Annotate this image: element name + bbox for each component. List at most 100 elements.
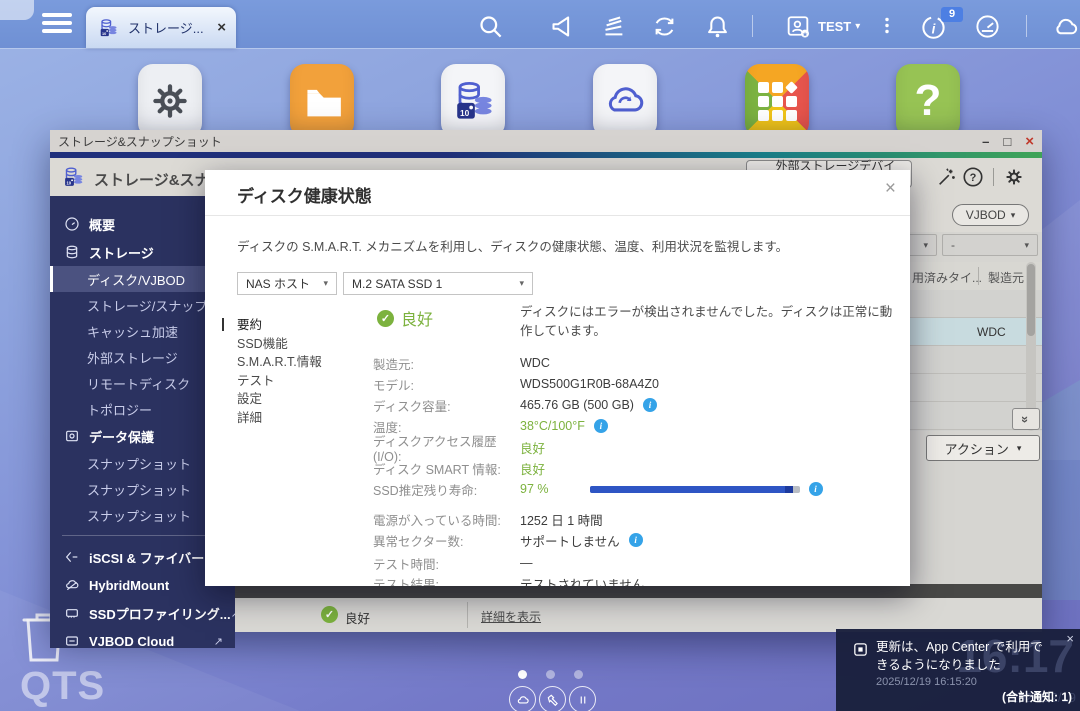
action-button[interactable]: アクション ▾ <box>926 435 1040 461</box>
vjbod-cloud-icon <box>64 633 80 648</box>
menu-ssd-features[interactable]: SSD機能 <box>237 335 322 354</box>
sidebar-item-ssd-profiling[interactable]: SSDプロファイリング... ↗ <box>50 599 235 627</box>
myqnapcloud-shortcut[interactable] <box>593 64 657 138</box>
field-capacity: ディスク容量: 465.76 GB (500 GB) i <box>373 396 898 414</box>
cloud-shortcut-button[interactable] <box>509 686 536 711</box>
settings-gear-icon[interactable] <box>1003 166 1025 188</box>
tab-label: ストレージ... <box>128 18 217 37</box>
host-select[interactable]: NAS ホスト ▾ <box>237 272 337 295</box>
info-icon[interactable]: i <box>809 482 823 496</box>
header-separator <box>993 168 994 186</box>
more-options-icon[interactable] <box>878 12 896 39</box>
control-panel-shortcut[interactable] <box>138 64 202 138</box>
folder-icon <box>298 77 346 125</box>
chevron-down-icon: ▾ <box>1017 443 1022 454</box>
health-status: ✓ 良好 <box>377 306 433 330</box>
chevron-down-icon: ▾ <box>323 278 328 289</box>
minimize-button[interactable]: – <box>982 135 989 148</box>
filter-select-2[interactable]: - ▾ <box>942 234 1038 256</box>
chevron-down-icon: ▾ <box>923 240 928 251</box>
collapse-panel-button[interactable]: » <box>1012 408 1040 430</box>
ssd-life-bar-fill <box>590 486 794 493</box>
dialog-close-icon[interactable]: × <box>885 178 896 200</box>
main-menu-button[interactable] <box>42 13 72 35</box>
disk-status-label: 良好 <box>345 608 370 627</box>
disk-health-dialog: ディスク健康状態 × ディスクの S.M.A.R.T. メカニズムを利用し、ディ… <box>205 170 910 586</box>
smart-wizard-icon[interactable] <box>936 166 958 188</box>
info-icon[interactable]: i <box>629 533 643 547</box>
desktop: 10 ストレージ... × <box>0 0 1080 711</box>
app-tab-storage[interactable]: ストレージ... × <box>86 7 236 48</box>
chevron-down-icon: ▾ <box>1024 240 1029 251</box>
storage-app-icon <box>96 16 120 40</box>
show-details-link[interactable]: 詳細を表示 <box>481 608 541 625</box>
tab-close-icon[interactable]: × <box>217 19 226 36</box>
vjbod-button[interactable]: VJBOD ▾ <box>952 204 1029 226</box>
column-used-type[interactable]: 用済みタイ... <box>912 269 982 286</box>
file-station-shortcut[interactable] <box>290 64 354 138</box>
notifications-bell-icon[interactable] <box>704 13 731 40</box>
svg-text:?: ? <box>970 172 977 184</box>
storage-snapshots-shortcut[interactable] <box>441 64 505 138</box>
cell-manufacturer: WDC <box>977 325 1006 339</box>
info-count-badge: 9 <box>941 7 963 22</box>
info-icon[interactable]: i <box>594 419 608 433</box>
maximize-button[interactable]: □ <box>1003 135 1011 148</box>
svg-text:★: ★ <box>802 32 808 39</box>
tools-shortcut-button[interactable] <box>539 686 566 711</box>
dialog-description: ディスクの S.M.A.R.T. メカニズムを利用し、ディスクの健康状態、温度、… <box>237 236 788 255</box>
hammer-icon <box>546 693 560 707</box>
field-smart-info: ディスク SMART 情報: 良好 <box>373 459 898 477</box>
menu-summary[interactable]: 要約 <box>237 316 322 335</box>
storage-app-icon <box>447 75 499 127</box>
taskbar-separator <box>752 15 753 37</box>
taskbar-corner <box>0 0 34 20</box>
background-tasks-icon[interactable] <box>651 13 678 40</box>
window-titlebar[interactable]: ストレージ&スナップショット – □ × <box>50 130 1042 152</box>
cloud-icon <box>600 76 650 126</box>
field-test-time: テスト時間: — <box>373 554 898 572</box>
info-icon[interactable]: i <box>643 398 657 412</box>
sidebar-item-vjbod-cloud[interactable]: VJBOD Cloud ↗ <box>50 627 235 648</box>
app-center-shortcut[interactable] <box>745 64 809 138</box>
menu-smart-info[interactable]: S.M.A.R.T.情報 <box>237 353 322 372</box>
content-more-icon[interactable]: ⋮ <box>1037 205 1042 223</box>
notification-total: (合計通知: 1) <box>1002 688 1072 705</box>
desktop-page-dot-2[interactable] <box>546 670 555 679</box>
window-close-button[interactable]: × <box>1025 134 1034 149</box>
field-manufacturer: 製造元: WDC <box>373 354 898 372</box>
field-ssd-life: SSD推定残り寿命: 97 % i <box>373 480 898 498</box>
bottom-status-row: ✓ 良好 詳細を表示 <box>235 598 1042 632</box>
user-name: TEST <box>818 19 851 34</box>
search-icon[interactable] <box>477 13 504 40</box>
desktop-page-dot-3[interactable] <box>574 670 583 679</box>
ssd-icon <box>64 605 80 621</box>
disk-select[interactable]: M.2 SATA SSD 1 ▾ <box>343 272 533 295</box>
chevron-down-icon: ▾ <box>1011 210 1016 221</box>
menu-test[interactable]: テスト <box>237 372 322 391</box>
dialog-menu: 要約 SSD機能 S.M.A.R.T.情報 テスト 設定 詳細 <box>237 316 322 427</box>
desktop-page-dot-1[interactable] <box>518 670 527 679</box>
help-center-shortcut[interactable]: ? <box>896 64 960 138</box>
field-power-on-time: 電源が入っている時間: 1252 日 1 時間 <box>373 510 898 528</box>
gear-icon <box>146 77 194 125</box>
help-icon[interactable]: ? <box>962 166 984 188</box>
column-manufacturer[interactable]: 製造元 <box>988 269 1024 286</box>
announcement-icon[interactable] <box>549 13 576 40</box>
resource-monitor-icon[interactable] <box>974 13 1001 40</box>
cloud-icon <box>516 693 530 707</box>
myqnapcloud-icon[interactable] <box>1048 13 1080 40</box>
notification-close-icon[interactable]: × <box>1066 631 1074 646</box>
user-menu[interactable]: ★ TEST ▾ <box>784 12 860 40</box>
table-scrollbar[interactable] <box>1026 262 1036 431</box>
notification-message[interactable]: 更新は、App Center で利用できるようになりました <box>876 639 1054 674</box>
notification-timestamp: 2025/12/19 16:15:20 <box>876 676 977 688</box>
question-icon: ? <box>915 76 942 126</box>
menu-details[interactable]: 詳細 <box>237 409 322 428</box>
external-link-icon: ↗ <box>214 635 223 648</box>
field-test-result: テスト結果: テストされていません <box>373 574 898 586</box>
health-status-label: 良好 <box>401 306 433 330</box>
dashboard-shortcut-button[interactable] <box>569 686 596 711</box>
menu-settings[interactable]: 設定 <box>237 390 322 409</box>
logs-icon[interactable] <box>601 13 628 40</box>
